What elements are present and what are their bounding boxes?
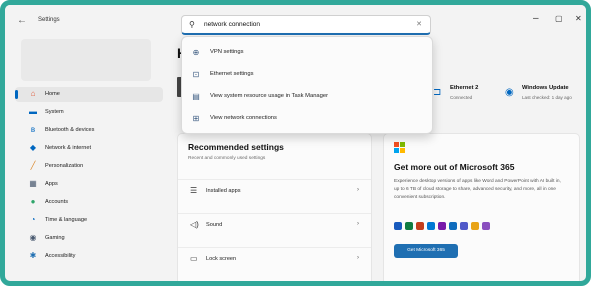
sidebar-item-accounts[interactable]: ● Accounts <box>15 195 163 210</box>
onedrive-icon <box>449 222 457 230</box>
chevron-right-icon: › <box>357 221 359 227</box>
gaming-icon: ◉ <box>29 233 37 242</box>
onenote-icon <box>438 222 446 230</box>
brush-icon: ╱ <box>30 161 36 170</box>
sidebar-item-personalization[interactable]: ╱ Personalization <box>15 159 163 174</box>
ethernet-icon: ⊡ <box>192 69 200 79</box>
suggestion-vpn-settings[interactable]: ⊕ VPN settings <box>190 42 424 62</box>
tile-subtitle: Last checked: 1 day ago <box>522 95 572 100</box>
outlook-icon <box>427 222 435 230</box>
sidebar-item-bluetooth[interactable]: ʙ Bluetooth & devices <box>15 123 163 138</box>
sidebar-item-home[interactable]: ⌂ Home <box>15 87 163 102</box>
windows-update-icon: ◉ <box>505 87 514 98</box>
settings-window: ← Settings ⚲ network connection ✕ – ▢ ✕ … <box>0 0 591 286</box>
row-label: Installed apps <box>206 188 241 194</box>
sound-icon: ◁) <box>190 220 199 229</box>
sidebar-item-time-language[interactable]: ◔ Time & language <box>15 213 163 228</box>
sidebar-item-accessibility[interactable]: ✱ Accessibility <box>15 249 163 264</box>
search-box[interactable]: ⚲ network connection ✕ <box>181 15 431 35</box>
accessibility-icon: ✱ <box>29 251 37 260</box>
microsoft-365-card: Get more out of Microsoft 365 Experience… <box>383 133 580 281</box>
installed-apps-icon: ☰ <box>190 186 198 195</box>
m365-app-icons <box>394 222 490 232</box>
search-icon: ⚲ <box>189 20 195 29</box>
app-title: Settings <box>38 17 60 23</box>
sidebar-item-label: Accounts <box>45 199 69 205</box>
ethernet-icon: ⊐ <box>433 87 442 98</box>
suggestion-label: View system resource usage in Task Manag… <box>210 93 329 99</box>
suggestion-label: View network connections <box>210 115 277 121</box>
designer-icon <box>471 222 479 230</box>
suggestion-label: VPN settings <box>210 49 244 55</box>
sidebar-item-label: Time & language <box>45 217 88 223</box>
word-icon <box>394 222 402 230</box>
windows-update-tile[interactable]: ◉ Windows Update Last checked: 1 day ago <box>505 85 585 105</box>
back-arrow-icon[interactable]: ← <box>17 15 27 27</box>
sidebar-item-label: Bluetooth & devices <box>45 127 95 133</box>
search-suggestions: ⊕ VPN settings ⊡ Ethernet settings ▤ Vie… <box>181 36 433 134</box>
sidebar-item-label: System <box>45 109 64 115</box>
sidebar-item-label: Personalization <box>45 163 84 169</box>
suggestion-ethernet-settings[interactable]: ⊡ Ethernet settings <box>190 64 424 84</box>
apps-icon: ▦ <box>29 179 37 188</box>
sidebar: ⌂ Home ▬ System ʙ Bluetooth & devices ◆ … <box>5 39 170 281</box>
maximize-button[interactable]: ▢ <box>555 14 563 23</box>
suggestion-label: Ethernet settings <box>210 71 254 77</box>
time-language-icon: ◔ <box>30 215 36 224</box>
accounts-icon: ● <box>30 197 36 206</box>
sidebar-item-apps[interactable]: ▦ Apps <box>15 177 163 192</box>
m365-description: Experience desktop versions of apps like… <box>394 179 561 200</box>
suggestion-task-manager[interactable]: ▤ View system resource usage in Task Man… <box>190 86 424 106</box>
recommended-row-installed-apps[interactable]: ☰ Installed apps › <box>178 179 371 202</box>
sidebar-item-label: Network & internet <box>45 145 92 151</box>
tile-title: Ethernet 2 <box>450 85 479 91</box>
row-label: Lock screen <box>206 256 237 262</box>
selection-indicator <box>15 90 18 99</box>
row-label: Sound <box>206 222 223 228</box>
ethernet-status-tile[interactable]: ⊐ Ethernet 2 Connected <box>433 85 503 105</box>
system-icon: ▬ <box>29 107 37 116</box>
vpn-icon: ⊕ <box>192 47 200 57</box>
chevron-right-icon: › <box>357 187 359 193</box>
bluetooth-icon: ʙ <box>30 125 36 134</box>
microsoft-logo-icon <box>394 142 405 153</box>
sidebar-item-gaming[interactable]: ◉ Gaming <box>15 231 163 246</box>
tile-subtitle: Connected <box>450 95 473 100</box>
lock-screen-icon: ▭ <box>190 254 198 263</box>
recommended-title: Recommended settings <box>188 142 284 152</box>
sidebar-item-label: Accessibility <box>45 253 76 259</box>
m365-title: Get more out of Microsoft 365 <box>394 162 515 172</box>
clipchamp-icon <box>482 222 490 230</box>
home-icon: ⌂ <box>30 89 36 98</box>
user-profile-card[interactable] <box>21 39 151 81</box>
title-bar: ← Settings ⚲ network connection ✕ – ▢ ✕ <box>5 5 586 39</box>
network-icon: ◆ <box>29 143 37 152</box>
chevron-right-icon: › <box>357 255 359 261</box>
sidebar-item-label: Apps <box>45 181 58 187</box>
recommended-settings-card: Recommended settings Recent and commonly… <box>177 133 372 281</box>
excel-icon <box>405 222 413 230</box>
suggestion-network-connections[interactable]: ⊞ View network connections <box>190 108 424 128</box>
close-button[interactable]: ✕ <box>575 14 582 23</box>
teams-icon <box>460 222 468 230</box>
sidebar-item-network[interactable]: ◆ Network & internet <box>15 141 163 156</box>
minimize-button[interactable]: – <box>533 13 539 24</box>
recommended-row-lock-screen[interactable]: ▭ Lock screen › <box>178 247 371 270</box>
sidebar-item-system[interactable]: ▬ System <box>15 105 163 120</box>
clear-search-icon[interactable]: ✕ <box>416 20 422 28</box>
task-manager-icon: ▤ <box>192 91 200 101</box>
tile-title: Windows Update <box>522 85 569 91</box>
recommended-row-sound[interactable]: ◁) Sound › <box>178 213 371 236</box>
search-input[interactable]: network connection <box>204 21 260 28</box>
recommended-subtitle: Recent and commonly used settings <box>188 156 266 161</box>
powerpoint-icon <box>416 222 424 230</box>
get-microsoft-365-button[interactable]: Get Microsoft 365 <box>394 244 458 258</box>
network-connections-icon: ⊞ <box>192 113 200 123</box>
sidebar-item-label: Home <box>45 91 60 97</box>
sidebar-item-label: Gaming <box>45 235 65 241</box>
